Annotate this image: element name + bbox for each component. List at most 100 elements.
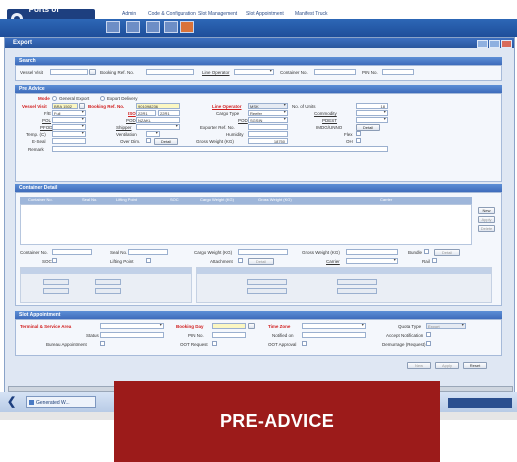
maximize-icon[interactable] [489,40,500,48]
cd-bundle-checkbox[interactable] [424,249,429,254]
line-operator-label[interactable]: Line Operator [202,70,230,75]
taskbar-item[interactable]: Generated W... [26,396,96,408]
footer-new-button[interactable]: New [407,362,431,369]
cd-bundle-detail-button[interactable]: Detail [434,249,460,256]
pod-label[interactable]: POD [238,118,248,123]
imdg-detail-button[interactable]: Detail [356,124,380,131]
line-operator-select[interactable] [234,69,274,75]
e-seal-field[interactable] [52,138,86,144]
footer-apply-button[interactable]: Apply [435,362,459,369]
cd-container-no-field[interactable] [52,249,92,255]
oh-checkbox[interactable] [356,138,361,143]
pol-label[interactable]: POL [42,118,51,123]
time-zone-select[interactable] [302,323,366,329]
iso-label[interactable]: ISO [128,111,136,116]
nav-code-config[interactable]: Code & Configuration [148,11,196,17]
booking-day-field[interactable] [212,323,246,329]
pdest-select[interactable] [356,117,388,123]
container-table-body[interactable] [20,204,472,245]
status-field[interactable] [100,332,164,338]
line-operator-field[interactable]: MSK [248,103,288,109]
bureau-checkbox[interactable] [100,341,105,346]
gross-weight-field[interactable]: 18750 [248,138,288,144]
terminal-select[interactable] [100,323,164,329]
ventilation-label: Ventilation [116,132,137,137]
toolbar-print-icon[interactable] [164,21,178,33]
commodity-label[interactable]: Commodity [314,111,337,116]
back-arrow-icon[interactable]: ❮ [7,396,17,408]
mode-export-delivery-radio[interactable] [100,96,105,101]
toolbar-home-icon[interactable] [106,21,120,33]
footer-reset-button[interactable]: Reset [463,362,487,369]
over-dim-checkbox[interactable] [146,138,151,143]
vessel-visit-lookup[interactable] [79,103,85,109]
commodity-select[interactable] [356,110,388,116]
cd-rail-checkbox[interactable] [432,258,437,263]
cd-lifting-checkbox[interactable] [146,258,151,263]
cd-soc-checkbox[interactable] [52,258,57,263]
vessel-visit-input[interactable] [50,69,88,75]
shipper-select[interactable] [136,124,180,130]
cd-lifting-label: Lifting Point [110,259,134,264]
notified-field[interactable] [302,332,366,338]
pod-select[interactable]: SGSIN [248,117,288,123]
pin-no-label: PIN No. [362,70,378,75]
vessel-lookup-button[interactable] [89,69,96,75]
close-icon[interactable] [501,40,512,48]
cd-seal-field[interactable] [128,249,168,255]
container-no-input[interactable] [314,69,356,75]
toolbar-grid-icon[interactable] [126,21,140,33]
oot-approval-checkbox[interactable] [302,341,307,346]
ventilation-select[interactable] [146,131,160,137]
shipper-label[interactable]: Shipper [116,125,132,130]
booking-ref-field[interactable]: 901098236 [136,103,180,109]
line-operator-field-label[interactable]: Line Operator [212,104,242,109]
cd-gross-weight-field[interactable] [346,249,398,255]
pol-select[interactable] [52,117,86,123]
nav-admin[interactable]: Admin [122,11,136,17]
slot-pin-field[interactable] [212,332,246,338]
cd-carrier-select[interactable] [346,258,398,264]
fe-label: F/E [44,111,52,116]
temp-field[interactable] [52,131,86,137]
cd-attachment-checkbox[interactable] [238,258,243,263]
container-delete-button[interactable]: Delete [478,225,495,232]
humidity-field[interactable] [248,131,288,137]
oot-approval-label: OOT Approval [268,342,297,347]
iso-field[interactable]: 22R1 [136,110,156,116]
toolbar-alert-icon[interactable] [180,21,194,33]
cd-carrier-label[interactable]: Carrier [326,259,340,264]
nav-slot-appointment[interactable]: Slot Appointment [246,11,284,17]
demurrage-checkbox[interactable] [426,341,431,346]
container-new-button[interactable]: New [478,207,495,214]
toolbar-truck-icon[interactable] [146,21,160,33]
oot-request-checkbox[interactable] [212,341,217,346]
pfod-label[interactable]: PFOD [40,125,53,130]
remark-field[interactable] [52,146,388,152]
accept-notification-checkbox[interactable] [426,332,431,337]
quota-type-select[interactable]: Export [426,323,466,329]
pin-no-input[interactable] [382,69,414,75]
cargo-type-select[interactable]: Reefer [248,110,288,116]
nav-slot-management[interactable]: Slot Management [198,11,237,17]
cd-attachment-detail-button[interactable]: Detail [248,258,274,265]
fe-select[interactable]: Full [52,110,86,116]
vessel-visit-field[interactable]: BRA 1502 [52,103,78,109]
pdest-label[interactable]: PDEST [322,118,337,123]
pol-field-label[interactable]: POD [126,118,136,123]
flex-checkbox[interactable] [356,131,361,136]
mode-general-radio[interactable] [52,96,57,101]
no-units-field[interactable]: 18 [356,103,388,109]
container-apply-button[interactable]: Apply [478,216,495,223]
over-dim-detail-button[interactable]: Detail [154,138,178,145]
booking-ref-input[interactable] [146,69,194,75]
minimize-icon[interactable] [477,40,488,48]
cd-disabled-field-8 [337,288,377,294]
pol-field[interactable]: NZAKL [136,117,180,123]
iso-field-2[interactable]: 22R1 [158,110,180,116]
nav-manifest-truck[interactable]: Manifest Truck [295,11,328,17]
exporter-ref-field[interactable] [248,124,288,130]
calendar-icon[interactable] [248,323,255,329]
pfod-select[interactable] [52,124,86,130]
cd-cargo-weight-field[interactable] [238,249,288,255]
